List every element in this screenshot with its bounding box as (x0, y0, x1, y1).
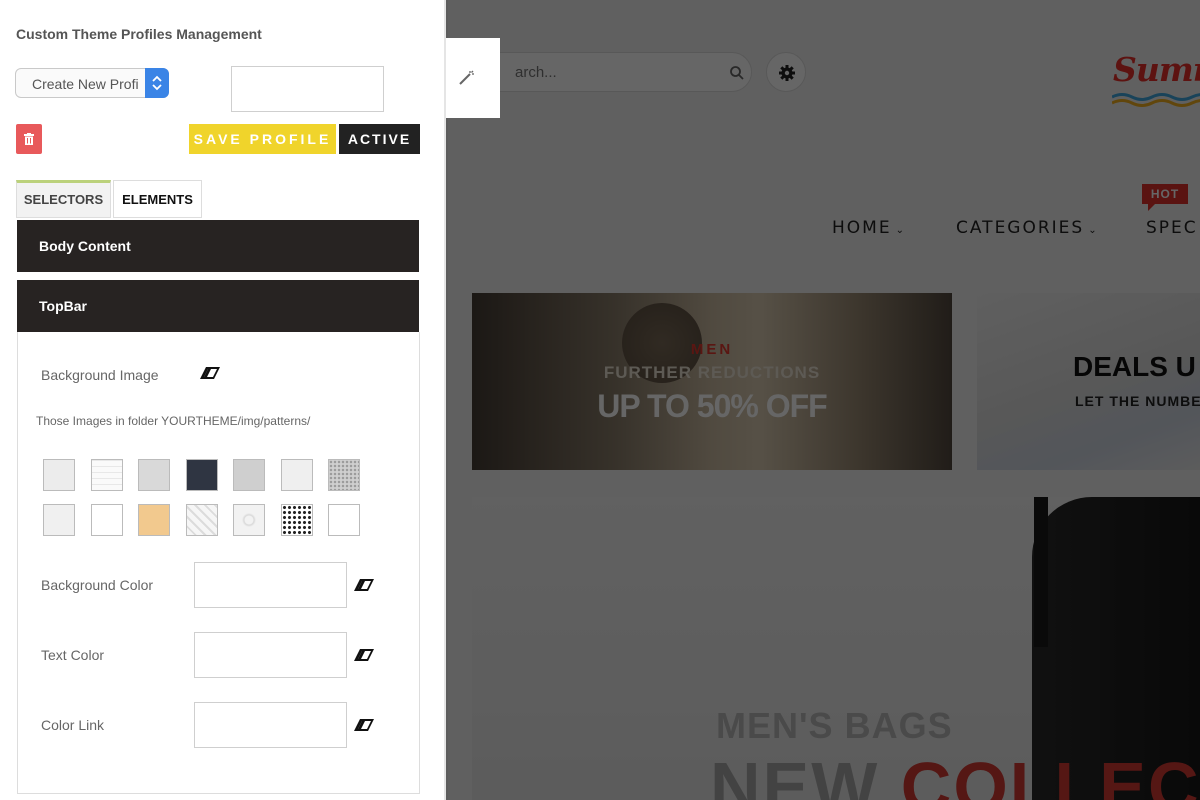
nav-item-home[interactable]: HOME ⌄ (832, 218, 904, 238)
background-color-label: Background Color (41, 577, 154, 593)
select-arrows (145, 68, 169, 98)
section-body-content[interactable]: Body Content (17, 220, 419, 272)
delete-profile-button[interactable] (16, 124, 42, 154)
panel-title: Custom Theme Profiles Management (16, 26, 262, 42)
nav-item-specials[interactable]: SPEC (1146, 218, 1198, 238)
up-down-arrow-icon (152, 75, 162, 91)
chevron-down-icon: ⌄ (1088, 225, 1097, 236)
pattern-swatch[interactable] (233, 459, 265, 491)
magic-wand-icon (459, 70, 474, 85)
background-color-input[interactable] (194, 562, 347, 608)
text-color-input[interactable] (194, 632, 347, 678)
nav-item-categories[interactable]: CATEGORIES ⌄ (956, 218, 1097, 238)
patterns-folder-note: Those Images in folder YOURTHEME/img/pat… (36, 414, 311, 428)
eraser-icon[interactable] (353, 648, 375, 662)
store-preview: arch... Sumr HOME ⌄ CATEGORIES ⌄ SPEC HOT … (448, 0, 1200, 800)
banner-men-reductions[interactable]: MEN FURTHER REDUCTIONS UP TO 50% OFF (472, 293, 952, 470)
store-logo[interactable]: Sumr (1113, 50, 1200, 89)
eraser-icon[interactable] (353, 718, 375, 732)
chevron-down-icon: ⌄ (895, 225, 904, 236)
theme-profiles-panel: Custom Theme Profiles Management Create … (0, 0, 446, 800)
pattern-swatch[interactable] (43, 459, 75, 491)
search-placeholder: arch... (515, 64, 557, 81)
hero-line1: MEN'S BAGS (716, 705, 953, 746)
profile-select[interactable]: Create New Profi (15, 68, 169, 98)
trash-icon (24, 133, 34, 145)
tab-elements[interactable]: ELEMENTS (113, 180, 202, 218)
banner-deals-subtitle: LET THE NUMBE (1075, 393, 1200, 409)
gear-icon (779, 65, 795, 81)
active-button[interactable]: ACTIVE (339, 124, 420, 154)
banner-line2: UP TO 50% OFF (597, 388, 827, 424)
pattern-swatch[interactable] (328, 504, 360, 536)
pattern-swatch[interactable] (328, 459, 360, 491)
text-color-label: Text Color (41, 647, 105, 663)
pattern-swatch[interactable] (233, 504, 265, 536)
color-link-input[interactable] (194, 702, 347, 748)
pattern-swatch[interactable] (186, 504, 218, 536)
hero-line2: NEW COLLEC (710, 748, 1200, 800)
color-link-label: Color Link (41, 717, 105, 733)
pattern-swatch[interactable] (91, 504, 123, 536)
pattern-swatch[interactable] (186, 459, 218, 491)
pattern-swatch[interactable] (138, 504, 170, 536)
pattern-swatch[interactable] (43, 504, 75, 536)
panel-toggle[interactable] (446, 38, 500, 118)
banner-tag: MEN (690, 341, 734, 358)
pattern-swatch[interactable] (91, 459, 123, 491)
eraser-icon[interactable] (199, 366, 221, 380)
banner-line1: FURTHER REDUCTIONS (603, 363, 821, 382)
logo-wave-icon (1112, 93, 1200, 107)
profile-select-value: Create New Profi (32, 76, 139, 92)
banner-deals-title: DEALS U (1073, 351, 1196, 382)
store-search-input[interactable]: arch... (458, 52, 752, 92)
pattern-swatch[interactable] (281, 504, 313, 536)
hero-banner-bags[interactable]: MEN'S BAGS NEW COLLEC (472, 497, 1200, 800)
backpack-strap-image (1034, 497, 1048, 647)
pattern-swatch[interactable] (138, 459, 170, 491)
search-icon[interactable] (729, 65, 745, 81)
section-topbar[interactable]: TopBar (17, 280, 419, 332)
store-settings-button[interactable] (766, 52, 806, 92)
save-profile-button[interactable]: SAVE PROFILE (189, 124, 336, 154)
eraser-icon[interactable] (353, 578, 375, 592)
banner-deals[interactable]: DEALS U LET THE NUMBE (977, 293, 1200, 470)
profile-name-input[interactable] (231, 66, 384, 112)
hot-badge: HOT (1142, 184, 1188, 211)
background-image-label: Background Image (41, 367, 159, 383)
tab-selectors[interactable]: SELECTORS (16, 180, 111, 218)
pattern-swatch[interactable] (281, 459, 313, 491)
